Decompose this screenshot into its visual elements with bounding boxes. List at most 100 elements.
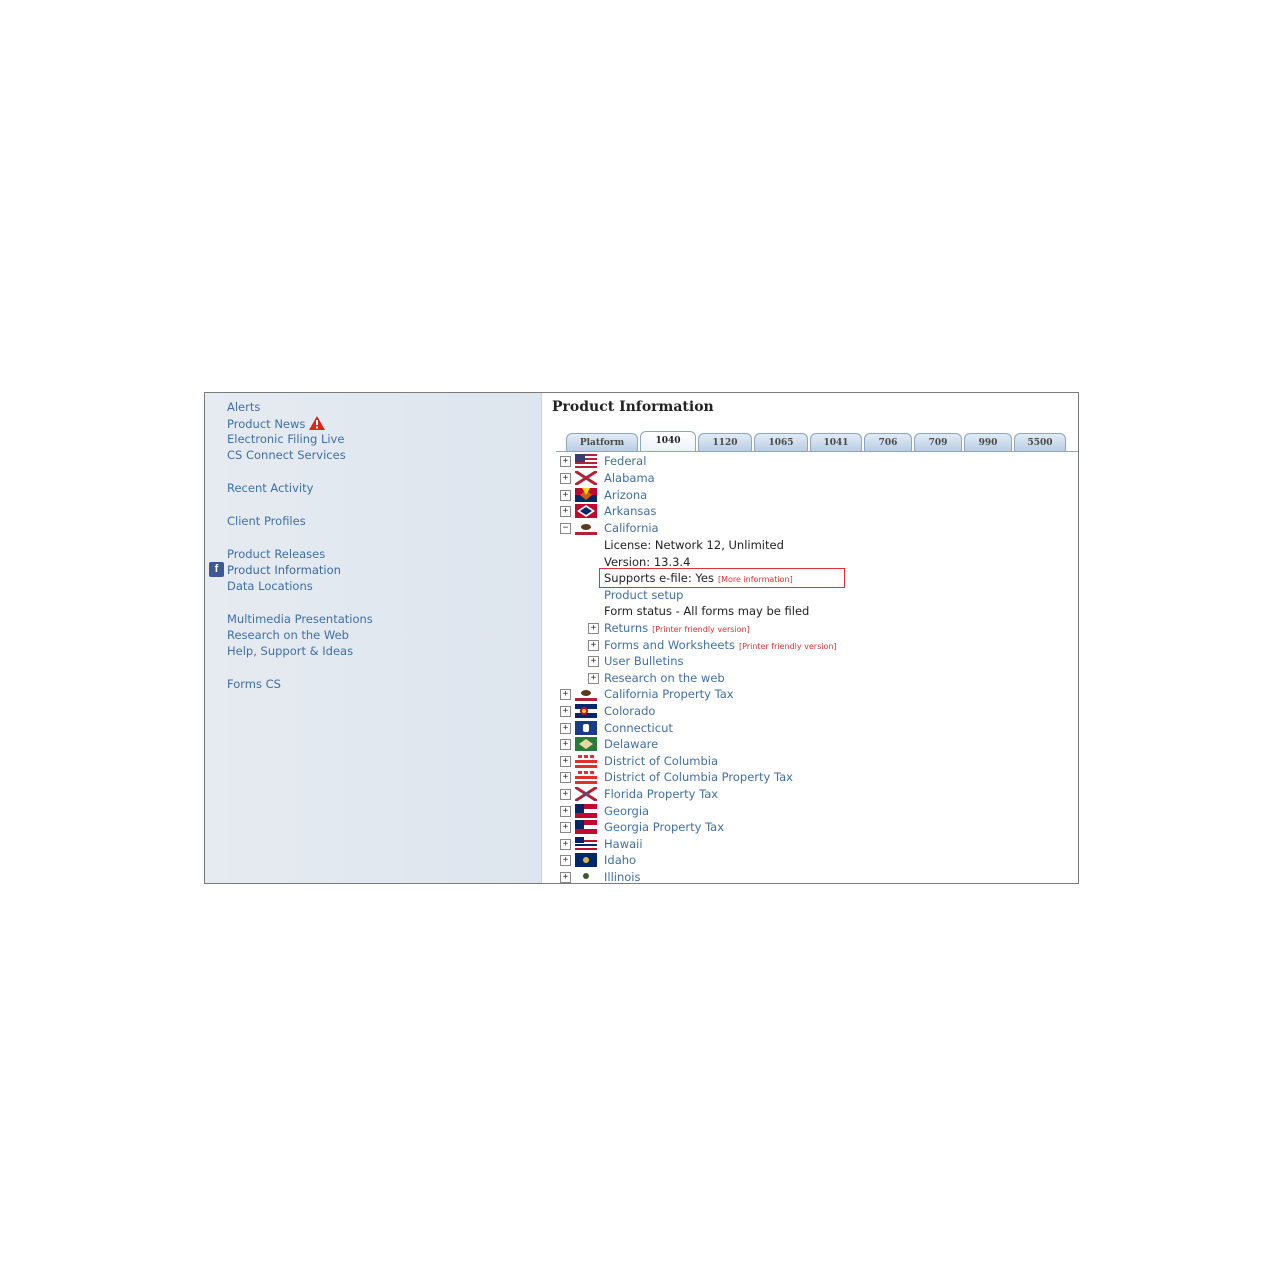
tree-row-dc-property-tax: + District of Columbia Property Tax — [542, 769, 1078, 785]
expand-icon[interactable]: + — [560, 872, 571, 883]
state-link[interactable]: Georgia Property Tax — [604, 819, 724, 835]
state-link[interactable]: Arkansas — [604, 503, 656, 519]
expand-icon[interactable]: + — [560, 789, 571, 800]
expand-icon[interactable]: + — [588, 623, 599, 634]
connecticut-flag-icon — [575, 721, 597, 735]
expand-icon[interactable]: + — [588, 656, 599, 667]
tree-row-idaho: + Idaho — [542, 852, 1078, 868]
tree-row-florida-property-tax: + Florida Property Tax — [542, 786, 1078, 802]
subitem-returns-row: + Returns [Printer friendly version] — [542, 620, 1078, 636]
user-bulletins-link[interactable]: User Bulletins — [604, 653, 684, 669]
state-link[interactable]: Federal — [604, 453, 646, 469]
sidebar-item-product-releases[interactable]: Product Releases — [227, 547, 325, 561]
state-link[interactable]: Idaho — [604, 852, 636, 868]
tree-row-colorado: + Colorado — [542, 703, 1078, 719]
product-setup-link[interactable]: Product setup — [604, 587, 683, 603]
sidebar-item-recent-activity[interactable]: Recent Activity — [227, 481, 313, 495]
form-status-text: Form status - All forms may be filed — [604, 604, 810, 618]
state-link[interactable]: Hawaii — [604, 836, 643, 852]
sidebar-item-research-web[interactable]: Research on the Web — [227, 628, 349, 642]
california-flag-icon — [575, 687, 597, 701]
sidebar-item-forms-cs[interactable]: Forms CS — [227, 677, 281, 691]
state-link[interactable]: District of Columbia — [604, 753, 718, 769]
state-link[interactable]: Colorado — [604, 703, 655, 719]
expand-icon[interactable]: + — [560, 839, 571, 850]
returns-link[interactable]: Returns — [604, 621, 648, 635]
license-text: License: Network 12, Unlimited — [604, 538, 784, 552]
sidebar-item-multimedia[interactable]: Multimedia Presentations — [227, 612, 373, 626]
facebook-icon[interactable]: f — [209, 562, 224, 577]
printer-friendly-link[interactable]: [Printer friendly version] — [652, 625, 750, 634]
efile-text: Supports e-file: Yes — [604, 571, 714, 585]
sidebar-item-product-information[interactable]: Product Information — [227, 563, 341, 577]
colorado-flag-icon — [575, 704, 597, 718]
tab-5500[interactable]: 5500 — [1014, 433, 1066, 452]
expand-icon[interactable]: + — [560, 689, 571, 700]
expand-icon[interactable]: + — [560, 822, 571, 833]
expand-icon[interactable]: + — [560, 723, 571, 734]
more-info-link[interactable]: [More information] — [718, 575, 793, 584]
tree-row-federal: + Federal — [542, 453, 1078, 469]
tab-709[interactable]: 709 — [914, 433, 962, 452]
state-link[interactable]: California Property Tax — [604, 686, 734, 702]
tab-1041[interactable]: 1041 — [810, 433, 862, 452]
state-link[interactable]: Arizona — [604, 487, 647, 503]
expand-icon[interactable]: + — [560, 806, 571, 817]
state-link[interactable]: District of Columbia Property Tax — [604, 769, 793, 785]
sidebar-item-electronic-filing[interactable]: Electronic Filing Live — [227, 432, 344, 446]
tab-bar: Platform 1040 1120 1065 1041 706 709 990… — [562, 431, 1078, 453]
dc-flag-icon — [575, 770, 597, 784]
delaware-flag-icon — [575, 737, 597, 751]
expand-icon[interactable]: + — [560, 473, 571, 484]
expand-icon[interactable]: + — [560, 855, 571, 866]
state-link[interactable]: Illinois — [604, 869, 641, 883]
collapse-icon[interactable]: − — [560, 523, 571, 534]
returns-info: Returns [Printer friendly version] — [604, 620, 750, 638]
state-link[interactable]: Connecticut — [604, 720, 673, 736]
expand-icon[interactable]: + — [560, 739, 571, 750]
tab-platform[interactable]: Platform — [566, 433, 638, 452]
tree-row-dc: + District of Columbia — [542, 753, 1078, 769]
product-news-label: Product News — [227, 417, 306, 431]
detail-efile-row: Supports e-file: Yes [More information] — [542, 570, 1078, 586]
sidebar-item-help[interactable]: Help, Support & Ideas — [227, 644, 353, 658]
subitem-research-row: + Research on the web — [542, 670, 1078, 686]
printer-friendly-link[interactable]: [Printer friendly version] — [739, 642, 837, 651]
expand-icon[interactable]: + — [588, 673, 599, 684]
tab-1120[interactable]: 1120 — [698, 433, 752, 452]
expand-icon[interactable]: + — [560, 506, 571, 517]
tree-row-arkansas: + Arkansas — [542, 503, 1078, 519]
expand-icon[interactable]: + — [560, 772, 571, 783]
forms-worksheets-link[interactable]: Forms and Worksheets — [604, 638, 735, 652]
state-link[interactable]: Alabama — [604, 470, 655, 486]
tab-underline — [556, 451, 1078, 452]
sidebar-item-client-profiles[interactable]: Client Profiles — [227, 514, 306, 528]
expand-icon[interactable]: + — [588, 640, 599, 651]
georgia-flag-icon — [575, 820, 597, 834]
tab-1065[interactable]: 1065 — [754, 433, 808, 452]
expand-icon[interactable]: + — [560, 456, 571, 467]
expand-icon[interactable]: + — [560, 706, 571, 717]
research-web-link[interactable]: Research on the web — [604, 670, 725, 686]
tree-row-delaware: + Delaware — [542, 736, 1078, 752]
efile-info: Supports e-file: Yes [More information] — [604, 570, 793, 588]
page-title: Product Information — [552, 399, 714, 415]
expand-icon[interactable]: + — [560, 490, 571, 501]
state-link[interactable]: California — [604, 520, 659, 536]
hawaii-flag-icon — [575, 837, 597, 851]
tab-706[interactable]: 706 — [864, 433, 912, 452]
sidebar-item-product-news[interactable]: Product News — [227, 416, 326, 431]
state-link[interactable]: Delaware — [604, 736, 658, 752]
tab-990[interactable]: 990 — [964, 433, 1012, 452]
state-link[interactable]: Georgia — [604, 803, 649, 819]
app-frame: Alerts Product News Electronic Filing Li… — [204, 392, 1079, 884]
florida-flag-icon — [575, 787, 597, 801]
expand-icon[interactable]: + — [560, 756, 571, 767]
sidebar-item-alerts[interactable]: Alerts — [227, 400, 260, 414]
state-link[interactable]: Florida Property Tax — [604, 786, 718, 802]
sidebar-item-data-locations[interactable]: Data Locations — [227, 579, 313, 593]
sidebar-item-cs-connect[interactable]: CS Connect Services — [227, 448, 346, 462]
tab-1040[interactable]: 1040 — [640, 431, 696, 452]
dc-flag-icon — [575, 754, 597, 768]
subitem-bulletins-row: + User Bulletins — [542, 653, 1078, 669]
